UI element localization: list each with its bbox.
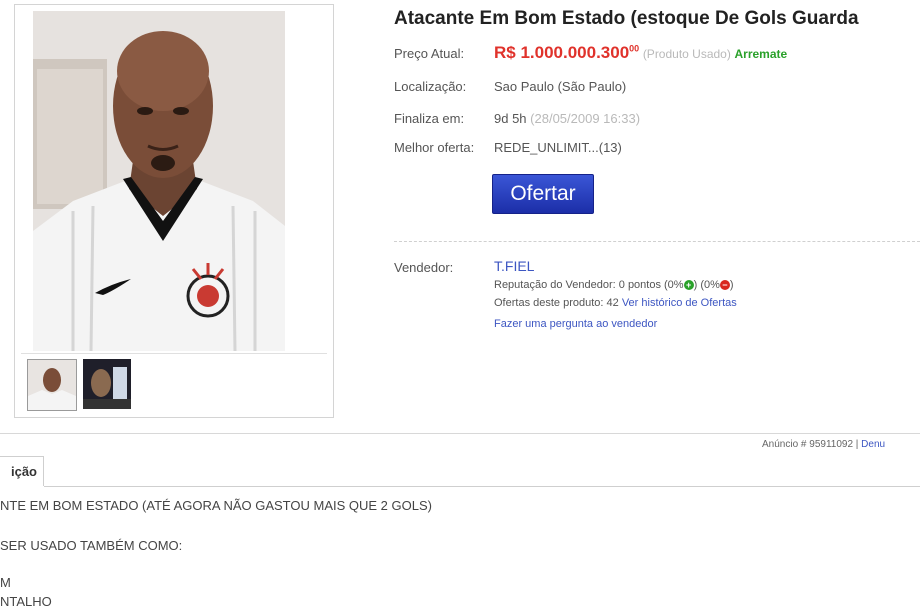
best-offer-label: Melhor oferta:: [394, 140, 475, 155]
price-cents: 00: [629, 43, 640, 54]
price-value: R$ 1.000.000.30000 (Produto Usado) Arrem…: [494, 43, 787, 63]
price-amount: R$ 1.000.000.300: [494, 43, 630, 62]
description-line: SER USADO TAMBÉM COMO:: [0, 538, 183, 553]
main-divider: [0, 433, 920, 434]
minus-icon: −: [719, 280, 730, 291]
ad-id: Anúncio # 95911092 | Denu: [762, 439, 885, 450]
thumbnail-divider: [21, 353, 327, 354]
reputation-mid: ) (0%: [693, 279, 720, 291]
offer-button[interactable]: Ofertar: [492, 174, 594, 214]
ask-seller-link[interactable]: Fazer uma pergunta ao vendedor: [494, 318, 657, 330]
reputation-text: Reputação do Vendedor: 0 pontos (0%: [494, 279, 684, 291]
section-divider: [394, 241, 920, 242]
listing-title: Atacante Em Bom Estado (estoque De Gols …: [394, 8, 859, 29]
location-value: Sao Paulo (São Paulo): [494, 79, 627, 94]
best-offer-value[interactable]: REDE_UNLIMIT...(13): [494, 140, 622, 155]
seller-label: Vendedor:: [394, 260, 454, 275]
ends-label: Finaliza em:: [394, 111, 465, 126]
auction-tag: Arremate: [734, 47, 788, 61]
thumbnail-2[interactable]: [83, 359, 131, 409]
description-line: NTALHO: [0, 594, 52, 609]
location-label: Localização:: [394, 79, 467, 94]
reputation-end: ): [729, 279, 734, 291]
ends-in: 9d 5h: [494, 111, 527, 126]
ad-id-text: Anúncio # 95911092 |: [762, 439, 859, 450]
offers-history-link[interactable]: Ver histórico de Ofertas: [622, 297, 737, 309]
price-label: Preço Atual:: [394, 46, 465, 61]
seller-name-link[interactable]: T.FIEL: [494, 258, 534, 274]
photo-gallery: [14, 4, 334, 418]
tab-description[interactable]: ição: [0, 456, 44, 486]
plus-icon: +: [683, 280, 694, 291]
seller-reputation: Reputação do Vendedor: 0 pontos (0% +) (0…: [494, 279, 734, 291]
condition-text: (Produto Usado): [642, 47, 731, 61]
tab-underline: [44, 486, 920, 487]
description-line: M: [0, 575, 11, 590]
main-product-photo[interactable]: [33, 11, 285, 351]
offers-info: Ofertas deste produto: 42 Ver histórico …: [494, 297, 737, 309]
offers-text: Ofertas deste produto: 42: [494, 297, 619, 309]
ends-date: (28/05/2009 16:33): [530, 111, 641, 126]
description-line: NTE EM BOM ESTADO (ATÉ AGORA NÃO GASTOU …: [0, 498, 432, 513]
report-link[interactable]: Denu: [861, 439, 885, 450]
thumbnail-1[interactable]: [27, 359, 77, 411]
ends-value: 9d 5h (28/05/2009 16:33): [494, 111, 640, 126]
